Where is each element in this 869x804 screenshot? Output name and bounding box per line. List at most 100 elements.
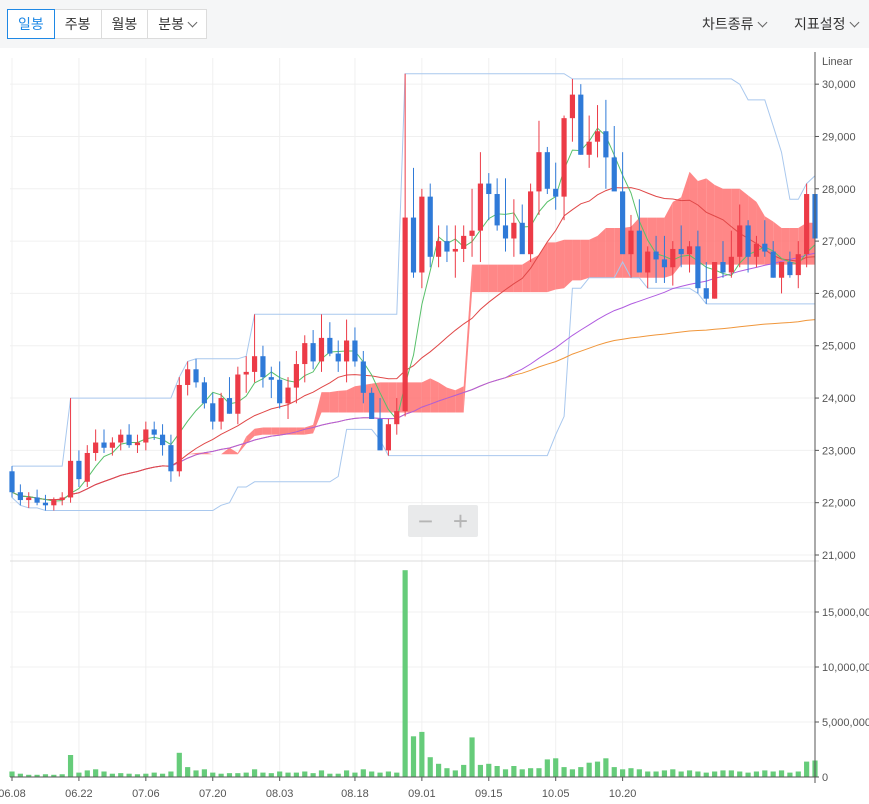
volume-bar [76,772,82,777]
chart-type-menu[interactable]: 차트종류 [702,14,767,34]
candle-body [720,262,726,273]
candle-body [494,194,500,226]
candle-body [804,194,810,255]
volume-tick-label: 15,000,000 [822,607,869,619]
cloud-segment [430,378,439,413]
volume-bar [385,771,391,777]
candle-body [419,196,425,273]
cloud-segment [388,382,397,413]
cloud-segment [346,386,355,413]
cloud-segment [472,264,481,293]
tab-weekly[interactable]: 주봉 [53,9,102,39]
cloud-segment [656,217,665,278]
cloud-segment [497,264,506,293]
volume-bar [360,769,366,777]
candle-body [645,251,651,273]
time-tick-label: 08.03 [266,788,294,800]
price-tick-label: 28,000 [822,184,856,196]
zoom-out-button[interactable]: − [408,505,443,537]
chevron-down-icon [187,17,198,28]
candle-body [377,418,383,451]
candle-body [620,191,626,255]
price-tick-label: 30,000 [822,79,856,91]
volume-bar [703,772,709,777]
candle-body [436,241,442,257]
time-tick-label: 10.20 [609,788,637,800]
time-tick-label: 08.18 [341,788,369,800]
time-tick-label: 07.20 [199,788,227,800]
candle-body [352,340,358,362]
candle-body [427,196,433,257]
candle-body [737,225,743,257]
volume-bar [494,766,500,777]
cloud-segment [455,386,464,413]
volume-bar [243,772,249,777]
candle-body [67,460,74,498]
candle-body [310,343,316,362]
cloud-segment [488,264,498,293]
volume-bar [486,763,492,777]
volume-bar [804,761,810,777]
volume-bar [770,771,776,777]
candle-body [728,256,734,273]
candle-body [586,141,592,155]
candle-body [193,369,199,383]
tab-monthly[interactable]: 월봉 [100,9,149,39]
candle-body [486,183,492,195]
candle-body [594,131,601,142]
candle-body [452,248,458,252]
candle-body [770,251,776,278]
candle-body [42,502,49,506]
volume-bar [168,771,174,777]
volume-bar [444,768,450,777]
candle-body [17,492,23,501]
volume-bar [260,772,266,777]
volume-bar [235,773,241,777]
candle-body [210,403,216,422]
price-tick-label: 22,000 [822,498,856,510]
candle-body [151,429,157,435]
volume-bar [402,570,408,777]
indicator-settings-menu[interactable]: 지표설정 [794,14,859,34]
candle-body [226,398,233,414]
cloud-segment [338,390,347,413]
candle-body [544,152,550,189]
candle-body [243,371,249,375]
volume-bar [544,759,550,777]
volume-bar [678,771,684,777]
tab-daily[interactable]: 일봉 [7,9,55,39]
volume-bar [84,770,90,777]
volume-bar [569,769,576,777]
price-tick-label: 29,000 [822,131,856,143]
price-tick-label: 21,000 [822,550,856,562]
candle-body [268,377,274,380]
candle-body [528,191,534,255]
volume-bar [226,773,233,777]
stock-chart[interactable]: Linear 21,000 22,000 23,000 24,000 25,000 26,0… [0,48,869,804]
volume-bar [193,770,199,777]
volume-bar [511,766,517,777]
volume-bar [753,771,760,777]
candle-body [218,398,224,422]
cloud-segment [254,427,263,436]
volume-bar [603,758,609,777]
volume-bar [502,769,509,777]
cloud-segment [538,242,548,293]
candle-body [603,131,609,158]
cloud-segment [522,259,531,293]
zoom-in-button[interactable]: + [443,505,478,537]
volume-bar [461,764,467,777]
candle-body [159,434,166,446]
volume-bar [528,768,534,777]
volume-bar [369,771,375,777]
candle-body [235,374,241,414]
volume-bar [636,769,642,777]
candle-body [686,246,693,255]
cloud-segment [572,239,581,281]
volume-bar [268,773,274,777]
tab-minute[interactable]: 분봉 [147,9,208,39]
price-tick-label: 23,000 [822,445,856,457]
cloud-segment [229,447,238,455]
candle-body [76,460,82,480]
candle-body [670,248,676,268]
